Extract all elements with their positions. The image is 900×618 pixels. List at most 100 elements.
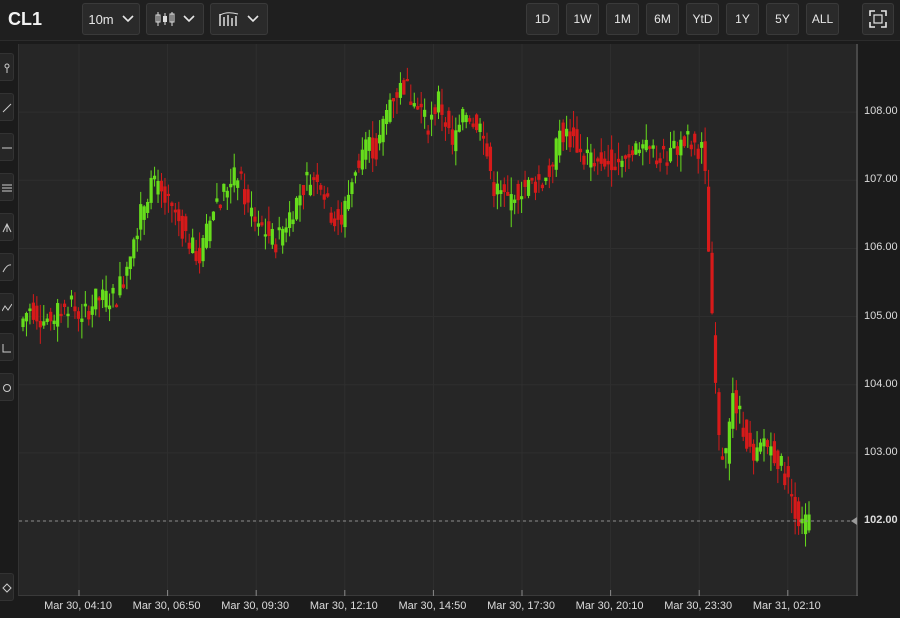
candle-down xyxy=(301,184,306,196)
candle-down xyxy=(606,160,610,165)
candle-down xyxy=(395,92,399,98)
y-tick-label: 104.00 xyxy=(864,377,898,390)
candle-down xyxy=(481,135,486,139)
candle-down xyxy=(610,149,614,171)
candle-down xyxy=(184,216,188,232)
candle-down xyxy=(765,440,770,448)
candle-down xyxy=(793,496,797,519)
candle-down xyxy=(194,251,198,262)
candle-down xyxy=(121,284,126,288)
candle-down xyxy=(547,165,551,177)
interval-label: 10m xyxy=(88,11,114,27)
candle-down xyxy=(322,194,326,200)
candle-up xyxy=(118,276,122,296)
candlestick-chart[interactable] xyxy=(19,44,859,596)
candle-down xyxy=(627,154,631,158)
candle-up xyxy=(641,144,645,149)
candle-down xyxy=(177,209,181,222)
collapse-tools-icon[interactable] xyxy=(0,573,14,601)
candle-up xyxy=(28,308,32,312)
candle-down xyxy=(790,494,794,497)
candle-down xyxy=(516,183,520,201)
range-button-all[interactable]: ALL xyxy=(806,3,839,35)
candle-up xyxy=(731,393,735,429)
candle-down xyxy=(243,189,247,205)
candle-down xyxy=(506,191,510,196)
candle-down xyxy=(613,166,617,171)
candle-up xyxy=(222,183,226,192)
x-tick-label: Mar 31, 02:10 xyxy=(752,600,821,612)
candle-down xyxy=(710,252,714,314)
pitchfork-icon[interactable] xyxy=(0,213,14,241)
candle-down xyxy=(114,304,119,308)
x-tick-label: Mar 30, 06:50 xyxy=(132,600,201,612)
candle-up xyxy=(384,109,389,125)
candle-up xyxy=(478,123,482,133)
candle-up xyxy=(24,313,29,322)
candle-down xyxy=(582,155,586,165)
candle-up xyxy=(204,223,209,248)
chevron-down-icon xyxy=(183,15,195,23)
candle-down xyxy=(599,152,603,164)
candle-down xyxy=(551,164,555,167)
candle-up xyxy=(343,200,347,228)
candle-down xyxy=(616,158,621,163)
candle-down xyxy=(661,145,666,150)
candle-down xyxy=(253,216,257,222)
candle-down xyxy=(447,110,451,129)
shapes-icon[interactable] xyxy=(0,373,14,401)
candle-up xyxy=(644,139,648,151)
candle-down xyxy=(49,311,53,322)
candle-up xyxy=(495,183,499,195)
x-tick-label: Mar 30, 17:30 xyxy=(487,600,555,612)
fullscreen-button[interactable] xyxy=(862,3,894,35)
candle-up xyxy=(346,194,351,210)
chart-style-dropdown[interactable] xyxy=(146,3,204,35)
candle-up xyxy=(201,238,205,262)
measure-icon[interactable] xyxy=(0,333,14,361)
pin-icon[interactable] xyxy=(0,53,14,81)
candle-up xyxy=(308,184,312,196)
horizontal-line-icon[interactable] xyxy=(0,133,14,161)
candle-up xyxy=(360,149,364,170)
fibonacci-icon[interactable] xyxy=(0,173,14,201)
range-button-ytd[interactable]: YtD xyxy=(686,3,719,35)
candle-down xyxy=(31,302,35,320)
candle-down xyxy=(665,162,669,166)
candle-down xyxy=(623,155,628,159)
candle-down xyxy=(339,214,344,225)
trendline-icon[interactable] xyxy=(0,93,14,121)
range-button-1w[interactable]: 1W xyxy=(566,3,599,35)
candle-down xyxy=(329,212,333,223)
ticker-symbol[interactable]: CL1 xyxy=(8,9,42,30)
candle-down xyxy=(357,160,361,168)
brush-icon[interactable] xyxy=(0,253,14,281)
chevron-down-icon xyxy=(247,15,259,23)
pattern-icon[interactable] xyxy=(0,293,14,321)
candle-up xyxy=(42,321,46,326)
range-button-1m[interactable]: 1M xyxy=(606,3,639,35)
candle-down xyxy=(693,133,697,143)
candle-up xyxy=(94,288,98,310)
indicators-dropdown[interactable] xyxy=(210,3,268,35)
candle-down xyxy=(578,148,583,153)
candle-down xyxy=(433,107,437,115)
candle-down xyxy=(405,79,409,82)
candle-up xyxy=(232,167,236,186)
candle-up xyxy=(69,295,74,300)
range-button-1y[interactable]: 1Y xyxy=(726,3,759,35)
candle-up xyxy=(146,201,150,213)
range-button-1d[interactable]: 1D xyxy=(526,3,559,35)
candle-up xyxy=(544,177,548,182)
interval-dropdown[interactable]: 10m xyxy=(82,3,140,35)
candle-down xyxy=(374,138,378,160)
x-tick-label: Mar 30, 20:10 xyxy=(575,600,644,612)
range-button-6m[interactable]: 6M xyxy=(646,3,679,35)
candle-up xyxy=(291,219,295,225)
range-button-5y[interactable]: 5Y xyxy=(766,3,799,35)
candle-up xyxy=(803,514,808,535)
chart-plot-area[interactable] xyxy=(18,44,858,596)
candlestick-icon xyxy=(155,11,175,27)
candle-up xyxy=(211,211,216,221)
candle-down xyxy=(319,185,323,190)
